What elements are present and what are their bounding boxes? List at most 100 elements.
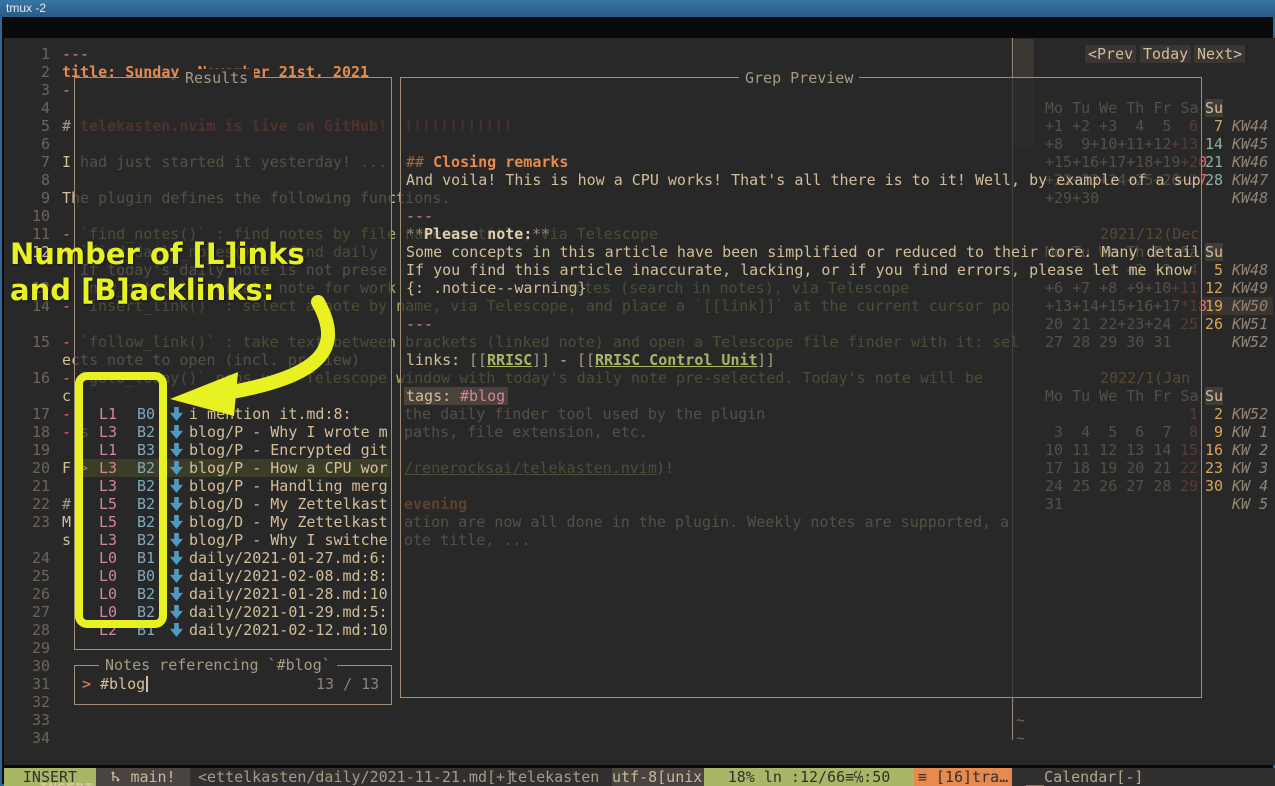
empty-line-tilde: ~ [1016, 711, 1025, 729]
calendar-nav-next[interactable]: Next> [1194, 45, 1245, 63]
calendar-week-number: KW 2 [1232, 441, 1268, 459]
calendar-sunday[interactable]: 19 [1205, 297, 1223, 315]
line-number: 5 [32, 117, 50, 135]
calendar-week-number: KW50 [1232, 297, 1268, 315]
line-number: 27 [32, 603, 50, 621]
line-number: 21 [32, 477, 50, 495]
calendar-nav-prev[interactable]: <Prev [1085, 45, 1136, 63]
calendar-sunday[interactable]: 26 [1205, 315, 1223, 333]
calendar-week-number: KW 5 [1232, 495, 1268, 513]
line-number: 10 [32, 207, 50, 225]
preview-text: Some concepts in this article have been … [406, 243, 1201, 261]
preview-text: [[ [577, 351, 595, 369]
calendar-sunday[interactable]: 30 [1205, 477, 1223, 495]
line-number: 25 [32, 567, 50, 585]
result-filename[interactable]: blog/D - My Zettelkast [189, 513, 388, 531]
preview-text: tags: [406, 387, 460, 405]
prompt-input[interactable]: #blog [100, 675, 145, 693]
preview-text: ** [532, 225, 550, 243]
result-filename[interactable]: daily/2021-01-28.md:10 [189, 585, 388, 603]
line-number: 24 [32, 549, 50, 567]
line-number: 19 [32, 441, 50, 459]
calendar-sunday[interactable]: 12 [1205, 279, 1223, 297]
calendar-week-number: KW52 [1232, 333, 1268, 351]
buffer-text: - [62, 405, 71, 423]
line-number: 32 [32, 693, 50, 711]
preview-text: RRISC [487, 351, 532, 369]
terminal-frame: ---title: Sunday, November 21st, 2021-#t… [0, 17, 1275, 786]
result-filename[interactable]: blog/P - Why I switche [189, 531, 388, 549]
line-number: 6 [32, 135, 50, 153]
mode-message: -- INSERT -- [12, 780, 120, 786]
empty-line-tilde: ~ [1016, 729, 1025, 747]
calendar-sunday[interactable]: 23 [1205, 459, 1223, 477]
annotation-line1: Number of [L]inks [10, 236, 305, 272]
plugin-name: telekasten [509, 768, 609, 786]
calendar-week-number: KW46 [1232, 153, 1268, 171]
calendar-sunday[interactable]: 21 [1205, 153, 1223, 171]
preview-text: --- [406, 207, 433, 225]
preview-text: Closing remarks [433, 153, 568, 171]
result-filename[interactable]: daily/2021-02-08.md:8: [189, 567, 388, 585]
calendar-sunday[interactable]: 9 [1205, 423, 1223, 441]
results-title: Results [179, 69, 254, 87]
result-filename[interactable]: blog/P - Encrypted git [189, 441, 388, 459]
annotation-highlight-box [75, 372, 167, 628]
statusline: INSERT main! <ettelkasten/daily/2021-11-… [4, 768, 1275, 786]
result-filename[interactable]: daily/2021-01-29.md:5: [189, 603, 388, 621]
nvim-area: ---title: Sunday, November 21st, 2021-#t… [4, 38, 1275, 765]
calendar-sunday[interactable]: 2 [1205, 405, 1223, 423]
line-number: 26 [32, 585, 50, 603]
prompt-caret: > [82, 675, 91, 693]
terminal-screen: tmux -2 ---title: Sunday, November 21st,… [0, 0, 1275, 786]
buffer-text: # [62, 495, 71, 513]
position-segment: 18% ln :12/66≡℅:50 [704, 768, 914, 786]
tmux-title: tmux -2 [6, 1, 46, 15]
preview-text: {: .notice--warning} [406, 279, 587, 297]
encoding-segment: utf-8[unix] [612, 768, 704, 786]
result-filename[interactable]: daily/2021-01-27.md:6: [189, 549, 388, 567]
preview-text: #blog [460, 387, 505, 405]
text-cursor [146, 676, 148, 692]
result-filename[interactable]: blog/D - My Zettelkast [189, 495, 388, 513]
line-number: 30 [32, 657, 50, 675]
result-filename[interactable]: blog/P - Why I wrote m [189, 423, 388, 441]
calendar-week-number: KW47 [1232, 171, 1268, 189]
prompt-title: Notes referencing `#blog` [99, 656, 337, 674]
calendar-nav-today[interactable]: Today [1140, 45, 1191, 63]
line-number: 4 [32, 99, 50, 117]
calendar-sunday[interactable]: 14 [1205, 135, 1223, 153]
result-filename[interactable]: blog/P - Handling merg [189, 477, 388, 495]
calendar-sunday[interactable]: 5 [1205, 261, 1223, 279]
buffer-text: - [62, 423, 71, 441]
result-filename[interactable]: blog/P - How a CPU wor [189, 459, 388, 477]
result-filename[interactable]: i mention it.md:8: [189, 405, 352, 423]
result-filename[interactable]: daily/2021-02-12.md:10 [189, 621, 388, 639]
buffer-text: --- [62, 45, 89, 63]
line-number: 18 [32, 423, 50, 441]
line-number: 28 [32, 621, 50, 639]
calendar-sunday[interactable]: 7 [1205, 117, 1223, 135]
preview-text: ## [406, 153, 424, 171]
calendar-sunday[interactable]: 16 [1205, 441, 1223, 459]
preview-text: ]] [757, 351, 775, 369]
filename: <ettelkasten/daily/2021-11-21.md[+] [198, 768, 528, 786]
calendar-week-number: KW48 [1232, 189, 1268, 207]
preview-text: RRISC Control Unit [595, 351, 758, 369]
preview-text: --- [406, 315, 433, 333]
buffer-text: M [62, 513, 71, 531]
calendar-week-number: KW48 [1232, 261, 1268, 279]
calendar-sunday-header: Su [1205, 99, 1223, 117]
preview-text: links: [406, 351, 469, 369]
calendar-week-number: KW 4 [1232, 477, 1268, 495]
buffer-text: - [62, 81, 71, 99]
preview-text: [[ [469, 351, 487, 369]
line-number: 17 [32, 405, 50, 423]
line-number: 15 [32, 333, 50, 351]
trailing-whitespace-warning[interactable]: ≡ [16]tra… [914, 768, 1012, 786]
calendar-sunday[interactable]: 28 [1205, 171, 1223, 189]
line-number: 8 [32, 171, 50, 189]
buffer-text: c [62, 387, 71, 405]
calendar-week-number: KW51 [1232, 315, 1268, 333]
line-number: 7 [32, 153, 50, 171]
